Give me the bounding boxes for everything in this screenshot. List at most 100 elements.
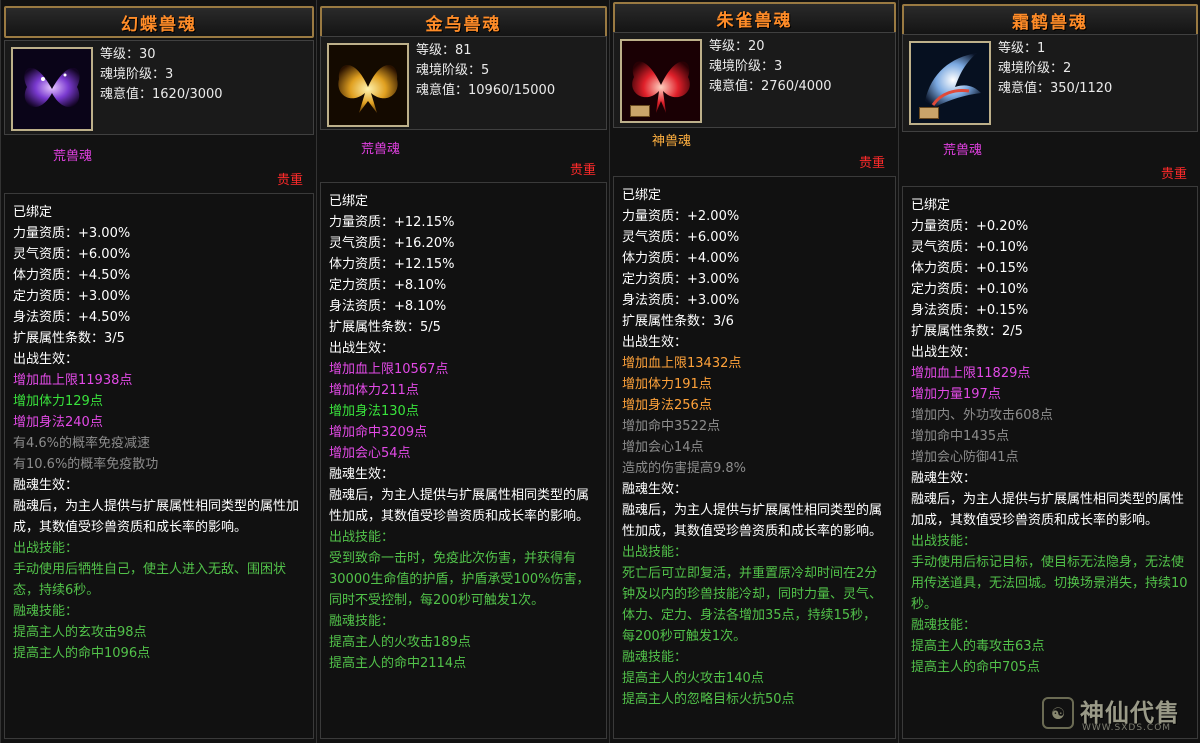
attribute-line: 身法资质：+0.15%: [911, 303, 1029, 318]
attribute-line: 扩展属性条数：2/5: [911, 324, 1023, 339]
attribute-line: 增加命中1435点: [911, 429, 1010, 444]
card-title-text: 朱雀兽魂: [716, 10, 793, 31]
card-title-text: 幻蝶兽魂: [121, 14, 197, 35]
attribute-line: 身法资质：+8.10%: [329, 299, 447, 314]
attribute-lines: 已绑定 力量资质：+3.00% 灵气资质：+6.00% 体力资质：+4.50% 定力资质…: [13, 202, 307, 664]
frost-crane-soul-icon[interactable]: [909, 41, 991, 125]
card-stats: 等级：1 魂境阶级：2 魂意值：350/1120: [998, 39, 1112, 99]
attribute-line: 提高主人的忽略目标火抗50点: [622, 692, 795, 707]
attribute-line: 灵气资质：+6.00%: [13, 247, 131, 262]
attribute-line: 融魂技能：: [329, 614, 395, 629]
card-body: 已绑定 力量资质：+0.20% 灵气资质：+0.10% 体力资质：+0.15% 定力资质…: [902, 186, 1198, 739]
attribute-line: 灵气资质：+6.00%: [622, 230, 740, 245]
rarity-label: 贵重: [569, 163, 596, 178]
attribute-line: 灵气资质：+0.10%: [911, 240, 1029, 255]
card-header: 等级：81 魂境阶级：5 魂意值：10960/15000: [320, 36, 607, 130]
level-text: 等级：1: [998, 41, 1046, 56]
description-paragraph: 融魂后，为主人提供与扩展属性相同类型的属性加成，其数值受珍兽资质和成长率的影响。: [911, 492, 1185, 528]
attribute-line: 定力资质：+3.00%: [13, 289, 131, 304]
attribute-line: 扩展属性条数：3/6: [622, 314, 734, 329]
card-title: 朱雀兽魂: [613, 2, 896, 34]
spirit-text: 魂意值：10960/15000: [416, 83, 556, 98]
attribute-line: 提高主人的命中705点: [911, 660, 1040, 675]
description-paragraph: 手动使用后牺牲自己，使主人进入无敌、围困状态，持续6秒。: [13, 562, 287, 598]
attribute-line: 有10.6%的概率免疫散功: [13, 457, 159, 472]
spirit-text: 魂意值：2760/4000: [709, 79, 832, 94]
card-body: 已绑定 力量资质：+12.15% 灵气资质：+16.20% 体力资质：+12.15% 定…: [320, 182, 607, 739]
rarity-label: 贵重: [276, 173, 303, 188]
attribute-line: 提高主人的命中1096点: [13, 646, 151, 661]
level-text: 等级：30: [100, 47, 156, 62]
attribute-line: 提高主人的毒攻击63点: [911, 639, 1045, 654]
description-paragraph: 融魂后，为主人提供与扩展属性相同类型的属性加成，其数值受珍兽资质和成长率的影响。: [622, 503, 883, 539]
attribute-line: 体力资质：+0.15%: [911, 261, 1029, 276]
attribute-line: 融魂生效：: [622, 482, 688, 497]
attribute-line: 已绑定: [911, 198, 951, 213]
attribute-line: 增加力量197点: [911, 387, 1001, 402]
attribute-line: 融魂技能：: [13, 604, 79, 619]
attribute-line: 融魂技能：: [911, 618, 977, 633]
bound-badge-icon: [630, 105, 650, 117]
card-stats: 等级：20 魂境阶级：3 魂意值：2760/4000: [709, 37, 832, 97]
soul-card-4: 霜鹤兽魂 等级：1 魂境阶级：2 魂意值：350/1120 荒兽魂 贵重 已绑定…: [898, 0, 1200, 743]
description-paragraph: 融魂后，为主人提供与扩展属性相同类型的属性加成，其数值受珍兽资质和成长率的影响。: [329, 488, 590, 524]
attribute-line: 增加会心14点: [622, 440, 704, 455]
card-stats: 等级：81 魂境阶级：5 魂意值：10960/15000: [416, 41, 555, 101]
attribute-line: 定力资质：+0.10%: [911, 282, 1029, 297]
attribute-line: 已绑定: [13, 205, 53, 220]
golden-crow-soul-icon[interactable]: [327, 43, 409, 127]
soul-card-2: 金乌兽魂 等级：81 魂境阶级：5 魂意值：10960/15000 荒兽魂 贵重…: [316, 0, 610, 743]
attribute-line: 定力资质：+3.00%: [622, 272, 740, 287]
attribute-line: 提高主人的命中2114点: [329, 656, 467, 671]
attribute-line: 已绑定: [622, 188, 662, 203]
level-text: 等级：20: [709, 39, 765, 54]
description-paragraph: 手动使用后标记目标，使目标无法隐身，无法使用传送道具，无法回城。切换场景消失，持…: [911, 555, 1188, 612]
attribute-line: 增加命中3209点: [329, 425, 428, 440]
stage-text: 魂境阶级：5: [416, 63, 490, 78]
stage-text: 魂境阶级：3: [709, 59, 783, 74]
description-paragraph: 死亡后可立即复活，并重置原冷却时间在2分钟及以内的珍兽技能冷却，同时力量、灵气、…: [622, 566, 883, 644]
watermark-url: WWW.SXDS.COM: [1082, 723, 1172, 733]
attribute-line: 增加体力191点: [622, 377, 712, 392]
attribute-line: 灵气资质：+16.20%: [329, 236, 455, 251]
site-watermark: ☯ 神仙代售 WWW.SXDS.COM: [1042, 693, 1192, 737]
beast-soul-comparison: 幻蝶兽魂 等级：30 魂境阶级：3 魂意值：1620/3000 荒兽魂 贵重 已…: [0, 0, 1200, 743]
description-paragraph: 融魂后，为主人提供与扩展属性相同类型的属性加成，其数值受珍兽资质和成长率的影响。: [13, 499, 300, 535]
card-header: 等级：1 魂境阶级：2 魂意值：350/1120: [902, 34, 1198, 132]
attribute-line: 扩展属性条数：5/5: [329, 320, 441, 335]
attribute-line: 力量资质：+2.00%: [622, 209, 740, 224]
attribute-line: 出战生效：: [911, 345, 977, 360]
attribute-line: 融魂生效：: [13, 478, 79, 493]
soul-card-1: 幻蝶兽魂 等级：30 魂境阶级：3 魂意值：1620/3000 荒兽魂 贵重 已…: [0, 0, 317, 743]
attribute-line: 提高主人的火攻击140点: [622, 671, 764, 686]
attribute-line: 提高主人的火攻击189点: [329, 635, 471, 650]
butterfly-soul-icon[interactable]: [11, 47, 93, 131]
card-body: 已绑定 力量资质：+3.00% 灵气资质：+6.00% 体力资质：+4.50% 定力资质…: [4, 193, 314, 739]
attribute-line: 已绑定: [329, 194, 369, 209]
attribute-line: 出战技能：: [911, 534, 977, 549]
attribute-line: 融魂技能：: [622, 650, 688, 665]
attribute-line: 增加会心防御41点: [911, 450, 1019, 465]
attribute-lines: 已绑定 力量资质：+0.20% 灵气资质：+0.10% 体力资质：+0.15% 定力资质…: [911, 195, 1191, 678]
attribute-line: 增加内、外功攻击608点: [911, 408, 1053, 423]
soul-card-3: 朱雀兽魂 等级：20 魂境阶级：3 魂意值：2760/4000 神兽魂 贵重 已…: [609, 0, 899, 743]
attribute-line: 出战技能：: [13, 541, 79, 556]
attribute-line: 出战技能：: [622, 545, 688, 560]
attribute-line: 增加体力211点: [329, 383, 419, 398]
attribute-line: 增加血上限11829点: [911, 366, 1031, 381]
stage-text: 魂境阶级：3: [100, 67, 174, 82]
attribute-line: 增加身法240点: [13, 415, 103, 430]
level-text: 等级：81: [416, 43, 472, 58]
vermilion-bird-soul-icon[interactable]: [620, 39, 702, 123]
card-title: 金乌兽魂: [320, 6, 607, 38]
watermark-logo-icon: ☯: [1042, 697, 1074, 729]
rarity-label: 贵重: [1160, 167, 1187, 182]
card-title-text: 霜鹤兽魂: [1012, 12, 1088, 33]
spirit-text: 魂意值：350/1120: [998, 81, 1113, 96]
card-stats: 等级：30 魂境阶级：3 魂意值：1620/3000: [100, 45, 223, 105]
attribute-lines: 已绑定 力量资质：+12.15% 灵气资质：+16.20% 体力资质：+12.15% 定…: [329, 191, 600, 674]
soul-type-label: 荒兽魂: [53, 149, 93, 164]
attribute-line: 增加体力129点: [13, 394, 103, 409]
attribute-line: 身法资质：+3.00%: [622, 293, 740, 308]
attribute-line: 体力资质：+12.15%: [329, 257, 455, 272]
